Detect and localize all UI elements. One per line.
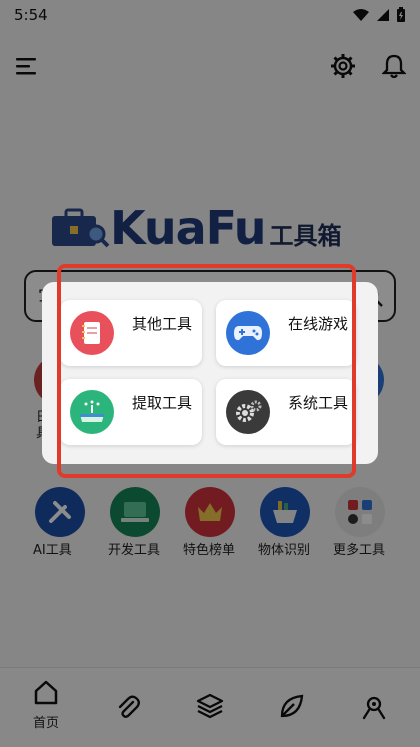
highlight-frame bbox=[57, 264, 356, 478]
app-screen: 5:54 KuaFu 工具箱 AI工具 开发工具 特色榜单 物体识别 更多工具 … bbox=[0, 0, 420, 747]
